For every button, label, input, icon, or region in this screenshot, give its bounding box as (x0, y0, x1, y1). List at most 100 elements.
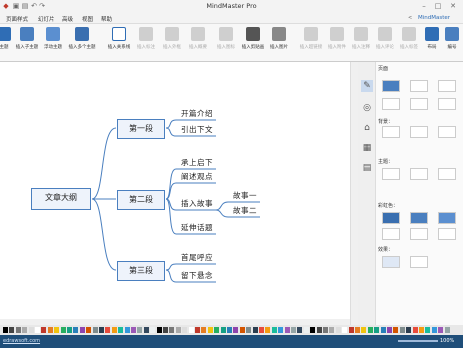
color-swatch[interactable] (239, 327, 245, 333)
font-option[interactable] (410, 168, 428, 180)
insert-summary-button[interactable]: 插入概要 (186, 27, 210, 50)
color-swatch[interactable] (143, 327, 149, 333)
color-swatch[interactable] (175, 327, 181, 333)
color-swatch[interactable] (156, 327, 162, 333)
color-swatch[interactable] (265, 327, 271, 333)
insert-relationship-button[interactable]: 插入关系线 (106, 27, 132, 50)
subtopic[interactable]: 延伸话题 (176, 222, 218, 234)
color-swatch[interactable] (316, 327, 322, 333)
menu-item-help[interactable]: 帮助 (101, 15, 112, 23)
color-swatch[interactable] (335, 327, 341, 333)
color-swatch[interactable] (342, 327, 348, 333)
color-swatch[interactable] (60, 327, 66, 333)
menu-item-advanced[interactable]: 高级 (62, 15, 73, 23)
floating-topic-button[interactable]: 浮动主题 (42, 27, 64, 50)
color-swatch[interactable] (150, 327, 156, 333)
zoom-slider[interactable] (398, 340, 438, 342)
color-swatch[interactable] (227, 327, 232, 333)
color-swatch[interactable] (271, 327, 277, 333)
color-swatch[interactable] (47, 327, 53, 333)
color-swatch[interactable] (3, 327, 8, 333)
insert-multiple-topics-button[interactable]: 插入多个主题 (66, 27, 98, 50)
color-swatch[interactable] (201, 327, 207, 333)
color-swatch[interactable] (412, 327, 418, 333)
color-swatch[interactable] (207, 327, 213, 333)
topic-button[interactable]: 主题 (0, 27, 12, 50)
format-panel-icon[interactable]: ✎ (361, 80, 373, 92)
user-account[interactable]: MindMaster (418, 15, 450, 21)
color-swatch[interactable] (86, 327, 92, 333)
color-swatch[interactable] (438, 327, 444, 333)
insert-tag-button[interactable]: 插入标签 (398, 27, 420, 50)
subtopic[interactable]: 首尾呼应 (176, 252, 218, 264)
background-option[interactable] (410, 126, 428, 138)
color-swatch[interactable] (79, 327, 85, 333)
layout-option[interactable] (410, 98, 428, 110)
color-swatch[interactable] (393, 327, 399, 333)
effect-option[interactable] (382, 256, 400, 268)
color-swatch[interactable] (380, 327, 386, 333)
color-swatch[interactable] (22, 327, 28, 333)
subtopic[interactable]: 插入故事 (176, 198, 218, 210)
insert-clipart-button[interactable]: 插入剪贴画 (240, 27, 266, 50)
insert-hyperlink-button[interactable]: 插入超链接 (298, 27, 324, 50)
color-swatch[interactable] (124, 327, 130, 333)
topic-third-paragraph[interactable]: 第三段 (117, 261, 165, 281)
map-style-icon[interactable]: ◎ (361, 102, 373, 114)
color-swatch[interactable] (355, 327, 360, 333)
color-swatch[interactable] (323, 327, 328, 333)
color-swatch[interactable] (291, 327, 296, 333)
color-swatch[interactable] (111, 327, 117, 333)
layout-option[interactable] (410, 80, 428, 92)
insert-attachment-button[interactable]: 插入附件 (326, 27, 348, 50)
color-scheme-option[interactable] (410, 228, 428, 240)
color-swatch[interactable] (406, 327, 412, 333)
background-option[interactable] (382, 126, 400, 138)
minimize-icon[interactable]: – (420, 2, 428, 10)
color-swatch[interactable] (15, 327, 21, 333)
root-topic[interactable]: 文章大纲 (31, 188, 91, 210)
color-swatch[interactable] (188, 327, 194, 333)
layout-option[interactable] (382, 98, 400, 110)
subtopic[interactable]: 故事一 (228, 190, 262, 202)
vertical-scrollbar[interactable] (350, 62, 358, 325)
maximize-icon[interactable]: □ (434, 2, 442, 10)
color-swatch[interactable] (310, 327, 316, 333)
numbering-button[interactable]: 编号 (444, 27, 460, 50)
topic-first-paragraph[interactable]: 第一段 (117, 119, 165, 139)
layout-option[interactable] (438, 98, 456, 110)
color-swatch[interactable] (105, 327, 111, 333)
color-swatch[interactable] (169, 327, 175, 333)
color-swatch[interactable] (214, 327, 220, 333)
color-swatch[interactable] (444, 327, 450, 333)
insert-note-button[interactable]: 插入注释 (350, 27, 372, 50)
color-swatch[interactable] (361, 327, 367, 333)
color-scheme-option[interactable] (438, 228, 456, 240)
color-swatch[interactable] (329, 327, 335, 333)
color-swatch[interactable] (195, 327, 200, 333)
color-swatch[interactable] (303, 327, 309, 333)
layout-option[interactable] (382, 80, 400, 92)
website-link[interactable]: edrawsoft.com (3, 338, 40, 344)
color-swatch[interactable] (259, 327, 264, 333)
insert-callout-button[interactable]: 插入标注 (134, 27, 158, 50)
color-scheme-option[interactable] (382, 228, 400, 240)
color-scheme-option[interactable] (410, 212, 428, 224)
menu-item-page-style[interactable]: 页面样式 (6, 15, 28, 23)
share-icon[interactable]: < (408, 15, 412, 21)
theme-option[interactable] (438, 168, 456, 180)
color-swatch[interactable] (297, 327, 303, 333)
color-swatch[interactable] (9, 327, 15, 333)
color-swatch[interactable] (419, 327, 424, 333)
subtopic[interactable]: 承上启下 (176, 157, 218, 169)
color-swatch[interactable] (431, 327, 437, 333)
insert-boundary-button[interactable]: 插入外框 (160, 27, 184, 50)
color-swatch[interactable] (41, 327, 47, 333)
color-swatch[interactable] (67, 327, 72, 333)
menu-item-slides[interactable]: 幻灯片 (38, 15, 55, 23)
color-swatch[interactable] (99, 327, 104, 333)
color-swatch[interactable] (163, 327, 168, 333)
subtopic[interactable]: 开篇介绍 (176, 108, 218, 120)
insert-comment-button[interactable]: 插入评论 (374, 27, 396, 50)
subtopic[interactable]: 故事二 (228, 205, 262, 217)
